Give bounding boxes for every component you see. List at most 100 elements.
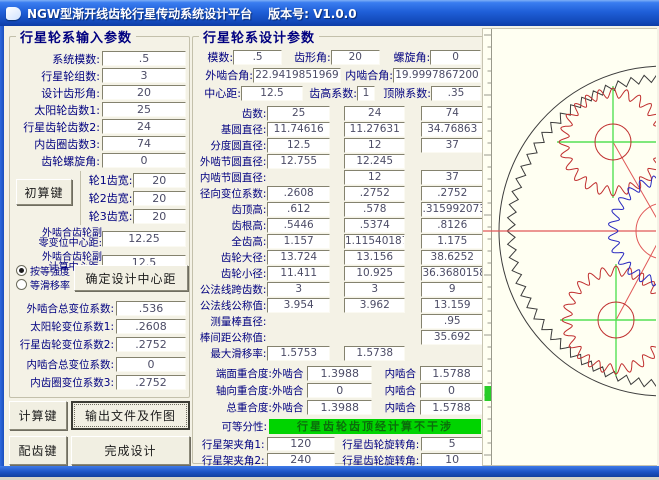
helix-angle-value[interactable]: 0 [430, 50, 481, 65]
zero-shift-center-input[interactable]: 12.25 [102, 231, 186, 247]
cell[interactable]: 12.245 [344, 154, 406, 169]
cell[interactable]: 11.27631 [344, 122, 406, 137]
initial-calc-button[interactable]: 初算键 [16, 179, 72, 205]
pressure-angle-value[interactable]: 20 [331, 50, 380, 65]
cell[interactable]: .31599207395 [421, 202, 483, 217]
int-mesh-angle-value[interactable]: 19.9997867200 [393, 68, 481, 83]
ext-mesh-angle-value[interactable]: 22.9419851969 [253, 68, 341, 83]
field-label: 行星齿轮变位系数2: [10, 337, 116, 352]
sun-teeth-input[interactable]: 25 [102, 102, 186, 117]
row-label: 公法线跨齿数: [195, 282, 266, 297]
carrier-rows: 行星架夹角1: 120 行星齿轮旋转角: 5 行星架夹角2: 240 行星齿轮旋… [195, 436, 483, 468]
module-input[interactable]: .5 [233, 50, 282, 65]
cell[interactable]: 36.36801588 [421, 266, 483, 281]
cell[interactable]: 10.925 [344, 266, 406, 281]
input-params-title: 行星轮系输入参数 [16, 27, 136, 46]
planet-shift-input[interactable]: .2752 [116, 337, 186, 352]
cell[interactable]: .578 [344, 202, 406, 217]
int-axial-overlap[interactable]: 0 [420, 383, 483, 398]
cell[interactable]: 37 [421, 138, 483, 153]
finish-design-button[interactable]: 完成设计 [71, 436, 190, 465]
planet-groups-input[interactable]: 3 [102, 68, 186, 83]
cell[interactable]: 3 [267, 282, 330, 297]
cell[interactable]: 12.5 [267, 138, 330, 153]
ext-axial-overlap[interactable]: 0 [307, 383, 372, 398]
ring-teeth-input[interactable]: 74 [102, 136, 186, 151]
cell[interactable]: 3.954 [267, 298, 330, 313]
cell[interactable]: 25 [267, 106, 330, 121]
planet-teeth-input[interactable]: 24 [102, 119, 186, 134]
cell[interactable]: 9 [421, 282, 483, 297]
cell[interactable]: 13.156 [344, 250, 406, 265]
calculate-button[interactable]: 计算键 [9, 401, 67, 430]
cell[interactable]: 24 [344, 106, 406, 121]
cell[interactable]: 1.5738 [344, 346, 406, 361]
field-row-planet-teeth: 行星齿轮齿数2: 24 [10, 118, 186, 135]
cell[interactable]: .8126 [421, 218, 483, 233]
wheel3-width-input[interactable]: 20 [133, 209, 186, 224]
design-params-group: 行星轮系设计参数 模数: .5 齿形角: 20 螺旋角: 0 外啮合角: 22.… [192, 36, 484, 464]
row-label: 端面重合度:外啮合 [195, 366, 303, 381]
radio-equal-slip[interactable]: 等滑移率 [16, 277, 78, 291]
cell[interactable]: 74 [421, 106, 483, 121]
addendum-coef-value[interactable]: 1 [357, 86, 375, 101]
cell[interactable]: 38.6252 [421, 250, 483, 265]
cell[interactable]: 1.5753 [267, 346, 330, 361]
sun-shift-input[interactable]: .2608 [116, 319, 186, 334]
field-label: 行星齿轮齿数2: [10, 119, 102, 135]
cell[interactable]: 12 [344, 170, 406, 185]
radio-equal-strength[interactable]: 按等强度 [16, 263, 78, 277]
planet-rotation1-value[interactable]: 5 [421, 437, 483, 451]
cell[interactable]: .5446 [267, 218, 330, 233]
wheel2-width-input[interactable]: 20 [133, 191, 186, 206]
output-file-draw-button[interactable]: 输出文件及作图 [71, 401, 190, 430]
ext-transverse-overlap[interactable]: 1.3988 [307, 366, 372, 381]
cell[interactable]: .95 [421, 314, 483, 329]
row-label: 外啮节圆直径: [195, 154, 266, 169]
cell[interactable]: 11.411 [267, 266, 330, 281]
field-label: 齿高系数: [303, 85, 357, 101]
cell[interactable]: 11.74616 [267, 122, 330, 137]
cell[interactable]: 12.755 [267, 154, 330, 169]
cell[interactable]: 13.159 [421, 298, 483, 313]
cell[interactable]: 37 [421, 170, 483, 185]
carrier-row-1: 行星架夹角1: 120 行星齿轮旋转角: 5 [195, 436, 483, 452]
ring-shift-input[interactable]: .2752 [116, 375, 186, 390]
helix-angle-input[interactable]: 0 [102, 153, 186, 168]
cell[interactable]: .2608 [267, 186, 330, 201]
cell[interactable]: .5374 [344, 218, 406, 233]
cell[interactable]: .2752 [421, 186, 483, 201]
table-row-radial-shift: 径向变位系数: .2608 .2752 .2752 [195, 185, 483, 201]
clearance-coef-value[interactable]: .35 [431, 86, 481, 101]
cell[interactable]: 13.724 [267, 250, 330, 265]
system-module-input[interactable]: .5 [102, 51, 186, 66]
wheel1-width-input[interactable]: 20 [133, 173, 186, 188]
carrier-angle1-value[interactable]: 120 [267, 437, 335, 451]
planet-rotation2-value[interactable]: 10 [421, 453, 483, 467]
cell-blank [267, 170, 330, 185]
cell[interactable]: .2752 [344, 186, 406, 201]
radio-icon[interactable] [16, 279, 27, 290]
row-label: 齿顶高: [195, 202, 266, 217]
cell[interactable]: 1.175 [421, 234, 483, 249]
cell[interactable]: .612 [267, 202, 330, 217]
cell[interactable]: 3 [344, 282, 406, 297]
table-row-pin-distance: 棒间距公称值: 35.692 [195, 329, 483, 345]
cell[interactable]: 1.157 [267, 234, 330, 249]
confirm-center-distance-button[interactable]: 确定设计中心距 [74, 265, 188, 291]
cell[interactable]: 34.76863 [421, 122, 483, 137]
cell[interactable]: 3.962 [344, 298, 406, 313]
pressure-angle-input[interactable]: 20 [102, 85, 186, 100]
cell[interactable]: 1.115401878 [344, 234, 406, 249]
center-distance-value[interactable]: 12.5 [241, 86, 303, 101]
ext-total-overlap[interactable]: 1.3988 [307, 400, 372, 415]
carrier-angle2-value[interactable]: 240 [267, 453, 335, 467]
cell[interactable]: 12 [344, 138, 406, 153]
int-transverse-overlap[interactable]: 1.5788 [420, 366, 483, 381]
int-total-shift-input[interactable]: 0 [116, 357, 186, 372]
gear-match-button[interactable]: 配齿键 [9, 436, 67, 465]
ext-total-shift-input[interactable]: .536 [116, 301, 186, 316]
radio-icon[interactable] [16, 265, 27, 276]
int-total-overlap[interactable]: 1.5788 [420, 400, 483, 415]
cell[interactable]: 35.692 [421, 330, 483, 345]
